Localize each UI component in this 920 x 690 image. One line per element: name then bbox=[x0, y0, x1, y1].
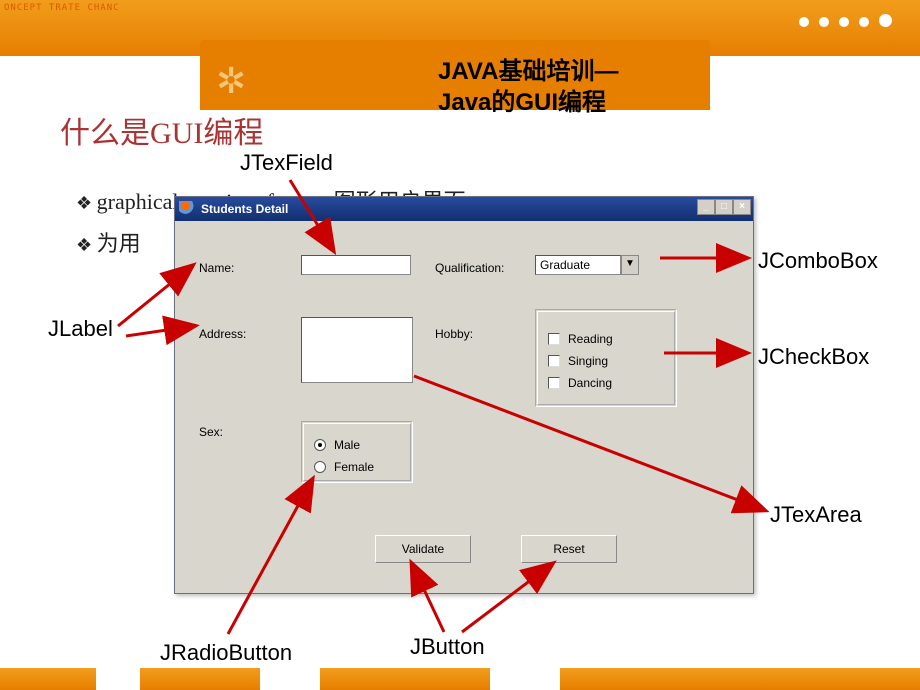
bottom-accent-seg4 bbox=[560, 668, 920, 690]
bottom-accent-seg3 bbox=[320, 668, 490, 690]
annot-jcheckbox: JCheckBox bbox=[758, 344, 869, 370]
window-controls: _ □ × bbox=[697, 199, 751, 215]
label-address: Address: bbox=[199, 327, 246, 341]
annot-jtexfield: JTexField bbox=[240, 150, 333, 176]
annot-jradiobutton: JRadioButton bbox=[160, 640, 292, 666]
swing-window: Students Detail _ □ × Name: Qualificatio… bbox=[174, 196, 754, 594]
checkbox-dancing[interactable]: Dancing bbox=[548, 376, 664, 390]
annot-jcombobox: JComboBox bbox=[758, 248, 878, 274]
label-name: Name: bbox=[199, 261, 234, 275]
flower-icon: ✲ bbox=[216, 60, 246, 102]
qualification-combo[interactable]: Graduate ▼ bbox=[535, 255, 639, 275]
checkbox-reading[interactable]: Reading bbox=[548, 332, 664, 346]
chevron-down-icon[interactable]: ▼ bbox=[621, 255, 639, 275]
reset-button[interactable]: Reset bbox=[521, 535, 617, 563]
annot-jlabel: JLabel bbox=[48, 316, 113, 342]
decor-dots bbox=[799, 14, 892, 27]
page-title: JAVA基础培训— Java的GUI编程 bbox=[438, 56, 618, 118]
radio-female[interactable]: Female bbox=[314, 460, 400, 474]
address-textarea[interactable] bbox=[301, 317, 413, 383]
bottom-accent-seg1 bbox=[0, 668, 96, 690]
close-button[interactable]: × bbox=[733, 199, 751, 215]
label-sex: Sex: bbox=[199, 425, 223, 439]
checkbox-singing[interactable]: Singing bbox=[548, 354, 664, 368]
radio-male[interactable]: Male bbox=[314, 438, 400, 452]
slide-title: 什么是GUI编程 bbox=[60, 108, 263, 152]
header-line2: Java的GUI编程 bbox=[438, 89, 606, 116]
annot-jtexarea: JTexArea bbox=[770, 502, 862, 528]
label-hobby: Hobby: bbox=[435, 327, 473, 341]
annot-jbutton: JButton bbox=[410, 634, 485, 660]
sex-groupbox: Male Female bbox=[301, 421, 413, 483]
java-cup-icon bbox=[179, 201, 195, 217]
bottom-accent-seg2 bbox=[140, 668, 260, 690]
window-body: Name: Qualification: Graduate ▼ Address:… bbox=[175, 221, 753, 593]
label-qualification: Qualification: bbox=[435, 261, 504, 275]
name-input[interactable] bbox=[301, 255, 411, 275]
corner-logo: ONCEPT TRATE CHANC bbox=[4, 4, 120, 13]
minimize-button[interactable]: _ bbox=[697, 199, 715, 215]
titlebar[interactable]: Students Detail _ □ × bbox=[175, 197, 753, 221]
window-title: Students Detail bbox=[201, 202, 288, 216]
maximize-button[interactable]: □ bbox=[715, 199, 733, 215]
combo-value: Graduate bbox=[535, 255, 621, 275]
hobby-groupbox: Reading Singing Dancing bbox=[535, 309, 677, 407]
validate-button[interactable]: Validate bbox=[375, 535, 471, 563]
header-line1: JAVA基础培训— bbox=[438, 58, 618, 85]
